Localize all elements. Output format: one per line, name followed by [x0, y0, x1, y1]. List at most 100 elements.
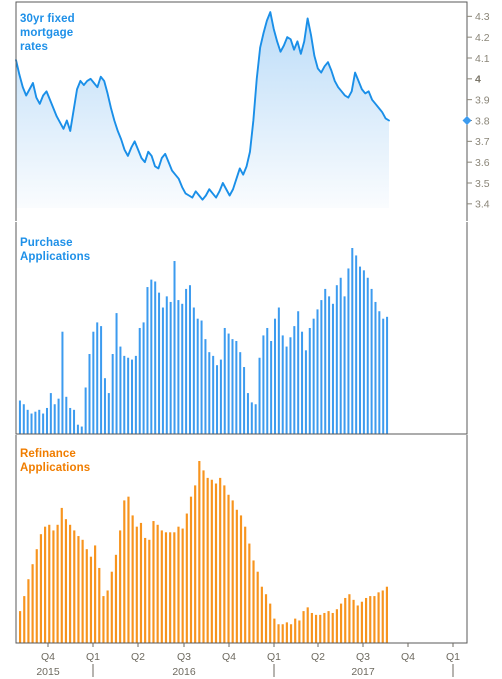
bar	[94, 545, 97, 643]
bar	[69, 407, 72, 434]
bar	[244, 526, 247, 643]
bar	[301, 331, 304, 434]
bar	[181, 528, 184, 643]
x-axis-quarter-label: Q4	[222, 651, 236, 663]
bar	[88, 354, 91, 434]
bar	[119, 346, 122, 434]
bar	[48, 524, 51, 643]
bar	[281, 335, 284, 434]
bar	[92, 331, 95, 434]
bar	[165, 296, 168, 434]
bar	[131, 515, 134, 643]
bar	[135, 526, 138, 643]
bar	[52, 530, 55, 643]
bar	[198, 461, 201, 643]
bar	[115, 313, 118, 434]
bar	[323, 612, 326, 643]
bar	[373, 596, 376, 643]
bar	[26, 409, 29, 434]
bar	[298, 620, 301, 643]
bar	[273, 618, 276, 643]
bar	[285, 346, 288, 434]
bar	[212, 355, 215, 434]
bar	[214, 483, 218, 643]
bar	[277, 307, 280, 434]
bar	[223, 327, 226, 434]
refinance-applications-bars	[19, 461, 388, 643]
bar	[231, 500, 234, 643]
panel-mortgage-rates: 4.3 4.2 4.1 4 3.9 3.8 3.7 3.6 3.5 3.4 30yr fixed …	[0, 0, 502, 222]
bar	[308, 327, 311, 434]
bar	[360, 601, 363, 643]
bar	[39, 534, 43, 643]
bar	[352, 599, 355, 643]
bar	[106, 590, 109, 643]
panel-purchase-applications: Purchase Applications	[0, 222, 502, 435]
bar	[351, 248, 354, 434]
x-axis-year-label: 2016	[172, 666, 196, 678]
bar	[281, 624, 284, 643]
bar	[246, 393, 249, 434]
x-axis-quarter-label: Q3	[356, 651, 370, 663]
bar	[355, 255, 358, 434]
bar	[49, 393, 52, 434]
bar	[144, 537, 147, 643]
bar	[306, 607, 309, 643]
bar	[200, 320, 203, 434]
bar	[235, 341, 238, 434]
bar	[289, 624, 293, 643]
bar	[173, 532, 176, 643]
bar	[194, 485, 197, 643]
refinance-applications-chart: Q4 Q1 Q2 Q3 Q4 Q1 Q2 Q3 Q4 Q1 2015 2016 2017	[15, 435, 468, 678]
bar	[227, 333, 230, 434]
bar	[150, 279, 153, 434]
bar	[114, 554, 118, 643]
current-value-marker	[462, 116, 472, 125]
bar	[254, 404, 257, 434]
bar	[335, 285, 338, 434]
x-axis-quarter-label: Q3	[177, 651, 191, 663]
y-axis-tick-label: 4.1	[475, 53, 490, 65]
panel-refinance-applications: Q4 Q1 Q2 Q3 Q4 Q1 Q2 Q3 Q4 Q1 2015 2016 2017 Refinan…	[0, 435, 502, 679]
bar	[314, 614, 318, 643]
bar	[148, 539, 151, 643]
bar	[30, 413, 33, 434]
y-axis-tick-label: 4.2	[475, 32, 490, 44]
bar	[370, 288, 373, 434]
bar	[169, 301, 172, 434]
bar	[192, 307, 195, 434]
bar	[160, 530, 163, 643]
bar	[239, 352, 242, 434]
bar	[270, 341, 273, 434]
bar	[127, 496, 130, 643]
bar	[312, 318, 315, 434]
bar	[189, 496, 193, 643]
bar	[227, 494, 230, 643]
bar	[76, 424, 79, 434]
bar	[69, 524, 72, 643]
bar	[177, 300, 180, 434]
bar	[243, 367, 246, 434]
bar	[173, 261, 176, 434]
bar	[102, 596, 105, 643]
bar	[158, 292, 161, 434]
bar	[216, 365, 219, 434]
panel-frame	[15, 222, 468, 435]
bar	[152, 521, 155, 643]
bar	[181, 303, 184, 434]
bar	[146, 287, 149, 434]
bar	[98, 567, 101, 643]
y-axis-tick-label: 3.5	[475, 178, 490, 190]
bar	[260, 586, 263, 643]
y-axis-tick-label: 4	[475, 74, 481, 86]
bar	[22, 404, 25, 434]
y-axis-tick-label: 3.6	[475, 157, 490, 169]
x-axis-quarter-label: Q4	[41, 651, 55, 663]
bar	[154, 281, 157, 434]
bar	[60, 507, 63, 643]
bar	[364, 597, 368, 643]
bar	[44, 526, 47, 643]
bar	[294, 618, 297, 643]
bar	[142, 322, 145, 434]
bar	[119, 530, 122, 643]
